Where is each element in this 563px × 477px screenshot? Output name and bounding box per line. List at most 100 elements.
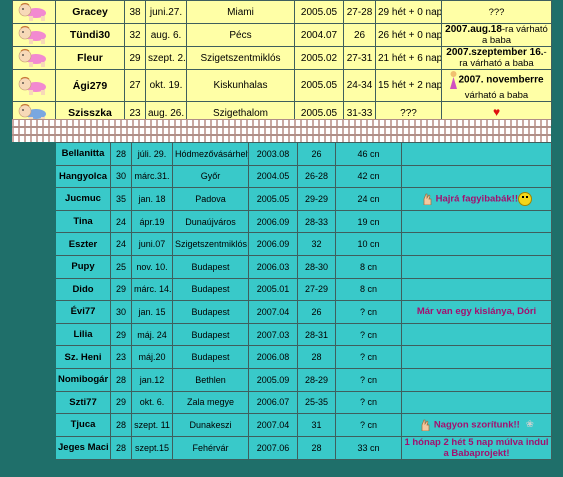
cycle-length: 26-28 (297, 164, 336, 189)
cycle-length: 29-29 (297, 187, 336, 211)
follicle-length: 24 cn (335, 187, 402, 211)
due-date: 2007.aug.18 (445, 24, 502, 36)
avatar-cell (12, 46, 56, 70)
baby-crawling-pink-icon (18, 76, 46, 95)
picket-fence-divider (12, 119, 551, 143)
baby-crawling-pink-icon (18, 48, 46, 67)
start-date: 2006.07 (248, 390, 298, 415)
table-row: Szti77 29 okt. 6. Zala megye 2006.07 25-35? c… (12, 390, 552, 415)
spacer-cell (12, 232, 56, 256)
member-age: 29 (110, 390, 132, 415)
member-age: 28 (110, 367, 132, 392)
member-name: Sz. Heni (55, 345, 111, 369)
start-date: 2005.09 (248, 367, 298, 392)
birthday: jan. 18 (131, 187, 173, 211)
city: Budapest (172, 322, 249, 347)
cycle-length: 26 (343, 23, 376, 47)
member-age: 38 (124, 0, 146, 24)
member-name: Jucmuc (55, 187, 111, 211)
note-cell: Nagyon szorítunk!! ❀ (401, 413, 552, 437)
trying-members-table: Bellanitta 28 júli. 29. Hódmezővásárhely 200… (12, 142, 552, 460)
table-row: Tina 24 ápr.19 Dunaújváros 2006.09 28-33 19 cn (12, 209, 552, 234)
table-row: Tjuca 28 szept. 11 Dunakeszi 2007.04 31? cn N… (12, 413, 552, 437)
member-age: 27 (124, 69, 146, 102)
member-age: 29 (124, 46, 146, 70)
spacer-cell (12, 254, 56, 279)
follicle-length: ? cn (335, 345, 402, 369)
pregnancy-week: 15 hét + 2 nap (375, 69, 442, 102)
cycle-length: 28-33 (297, 209, 336, 234)
member-name: Hangyolca (55, 164, 111, 189)
city: Pécs (186, 23, 295, 47)
heart-icon: ♥ (492, 105, 501, 119)
member-age: 35 (110, 187, 132, 211)
note-cell: 2007. novemberre várható a baba (441, 69, 552, 102)
due-date: 2007. novemberre (458, 74, 544, 86)
spacer-cell (12, 345, 56, 369)
cycle-length: 28-29 (297, 367, 336, 392)
birthday: jan. 15 (131, 300, 173, 324)
cycle-length: 28-31 (297, 322, 336, 347)
cycle-length: 28-30 (297, 254, 336, 279)
birthday: márc.31. (131, 164, 173, 189)
start-date: 2005.05 (248, 187, 298, 211)
follicle-length: ? cn (335, 413, 402, 437)
hug-icon: ❀ (525, 419, 534, 431)
city: Kiskunhalas (186, 69, 295, 102)
birthday: máj.20 (131, 345, 173, 369)
table-row: Hangyolca 30 márc.31. Győr 2004.05 26-28 42 cn (12, 164, 552, 189)
note-cell (401, 254, 552, 279)
spacer-cell (12, 413, 56, 437)
birthday: szept. 11 (131, 413, 173, 437)
start-date: 2007.03 (248, 322, 298, 347)
note-cell: ??? (441, 0, 552, 24)
birthday: szept.15 (131, 435, 173, 460)
spacer-cell (12, 164, 56, 189)
start-date: 2007.04 (248, 300, 298, 324)
note-cell: 2007.szeptember 16.-ra várható a baba (441, 46, 552, 70)
note-text: Hajrá fagyibabák!! (435, 193, 518, 205)
city: Szigetszentmiklós (172, 232, 249, 256)
start-date: 2003.08 (248, 142, 298, 166)
avatar-cell (12, 0, 56, 24)
note-text: 1 hónap 2 hét 5 nap múlva indul a Babapr… (404, 436, 549, 459)
follicle-length: ? cn (335, 322, 402, 347)
member-age: 24 (110, 209, 132, 234)
table-row: Fleur 29 szept. 2. Szigetszentmiklós 2005.02… (12, 46, 552, 70)
avatar-cell (12, 23, 56, 47)
member-age: 24 (110, 232, 132, 256)
spacer-cell (12, 277, 56, 302)
table-row: Ági279 27 okt. 19. Kiskunhalas 2005.05 24-34 1… (12, 69, 552, 102)
member-name: Gracey (55, 0, 125, 24)
due-text: várható a baba (464, 90, 529, 101)
note-text: Nagyon szorítunk!! (433, 419, 520, 431)
follicle-length: ? cn (335, 300, 402, 324)
member-age: 29 (110, 322, 132, 347)
city: Dunakeszi (172, 413, 249, 437)
cycle-length: 26 (297, 300, 336, 324)
birthday: márc. 14. (131, 277, 173, 302)
follicle-length: ? cn (335, 390, 402, 415)
smiley-icon (518, 191, 532, 206)
follicle-length: 8 cn (335, 277, 402, 302)
member-age: 23 (110, 345, 132, 369)
city: Dunaújváros (172, 209, 249, 234)
member-name: Bellanitta (55, 142, 111, 166)
follicle-length: 33 cn (335, 435, 402, 460)
avatar-cell (12, 69, 56, 102)
birthday: okt. 6. (131, 390, 173, 415)
table-row: Pupy 25 nov. 10. Budapest 2006.03 28-30 8 cn (12, 254, 552, 279)
member-name: Ági279 (55, 69, 125, 102)
cycle-length: 27-31 (343, 46, 376, 70)
city: Hódmezővásárhely (172, 142, 249, 166)
spacer-cell (12, 322, 56, 347)
city: Budapest (172, 345, 249, 369)
member-age: 32 (124, 23, 146, 47)
birthday: nov. 10. (131, 254, 173, 279)
table-row: Lilia 29 máj. 24 Budapest 2007.03 28-31? cn (12, 322, 552, 347)
birthday: máj. 24 (131, 322, 173, 347)
member-name: Lilia (55, 322, 111, 347)
member-name: Szti77 (55, 390, 111, 415)
table-row: Bellanitta 28 júli. 29. Hódmezővásárhely 200… (12, 142, 552, 166)
member-name: Fleur (55, 46, 125, 70)
